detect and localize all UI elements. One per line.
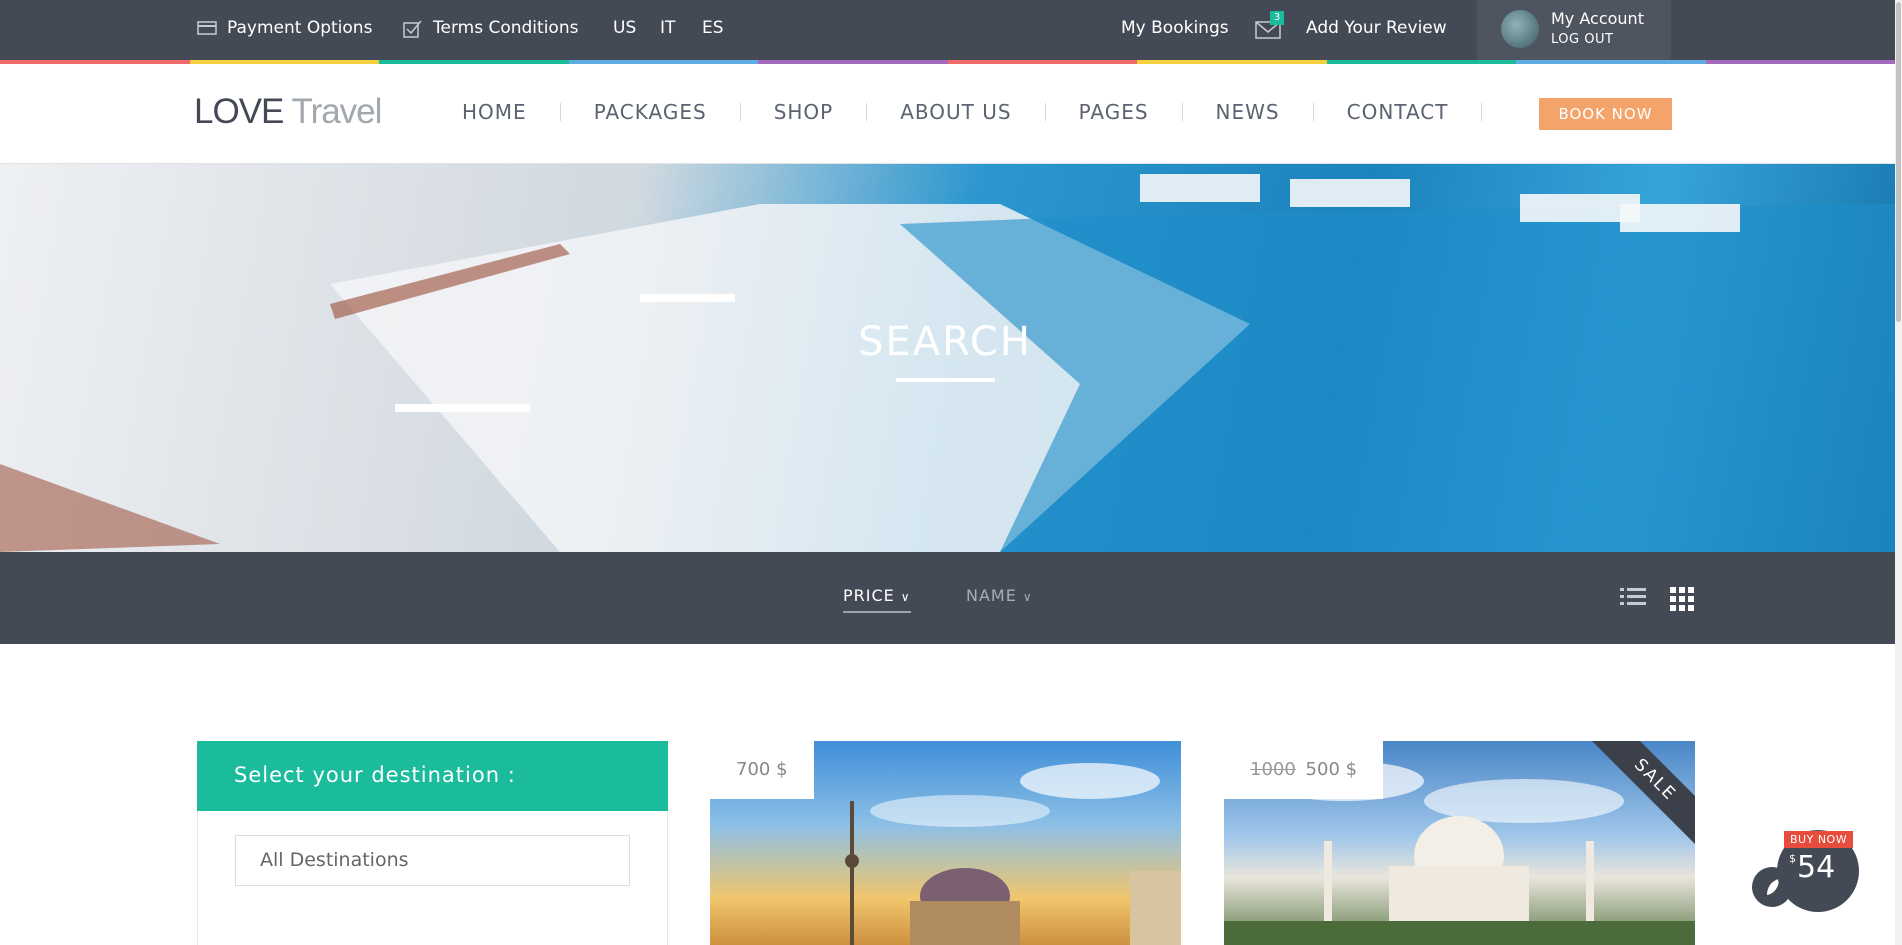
scrollbar-thumb[interactable] [1896, 2, 1901, 322]
list-view-icon[interactable] [1620, 587, 1646, 611]
package-card[interactable]: 700 $ [710, 741, 1181, 945]
nav-packages[interactable]: PACKAGES [594, 100, 707, 124]
logo-part-love: LOVE [194, 92, 284, 131]
price-value: 700 $ [736, 759, 788, 780]
sort-bar: PRICE ∨ NAME ∨ [0, 552, 1895, 644]
menu-divider [1181, 103, 1183, 121]
menu-divider [739, 103, 741, 121]
page-title: SEARCH [858, 319, 1032, 365]
menu-divider [1044, 103, 1046, 121]
nav-shop[interactable]: SHOP [774, 100, 834, 124]
main-navbar: LOVE Travel HOME PACKAGES SHOP ABOUT US … [0, 64, 1895, 164]
credit-card-icon [197, 20, 217, 36]
top-bar: Payment Options Terms Conditions US IT E… [0, 0, 1895, 60]
lang-it[interactable]: IT [660, 18, 675, 38]
destination-filter-header: Select your destination : [197, 741, 668, 811]
my-bookings-link[interactable]: My Bookings [1121, 18, 1229, 38]
menu-divider [866, 103, 868, 121]
menu-divider [1481, 103, 1483, 121]
destination-filter-title: Select your destination : [234, 763, 516, 787]
price-tag: 1000 500 $ [1224, 741, 1384, 799]
buy-now-currency: $ [1789, 852, 1796, 865]
destination-select[interactable]: All Destinations [235, 835, 630, 886]
chevron-down-icon: ∨ [1022, 590, 1033, 604]
book-now-button[interactable]: BOOK NOW [1539, 98, 1672, 130]
terms-conditions-label: Terms Conditions [433, 18, 579, 38]
sort-price-label: PRICE [843, 586, 895, 605]
buy-now-label[interactable]: BUY NOW [1784, 831, 1854, 848]
payment-options-link[interactable]: Payment Options [197, 18, 372, 38]
old-price-value: 1000 [1250, 759, 1296, 780]
sort-by-price[interactable]: PRICE ∨ [843, 586, 911, 613]
add-review-link[interactable]: Add Your Review [1306, 18, 1447, 38]
menu-divider [559, 103, 561, 121]
payment-options-label: Payment Options [227, 18, 373, 38]
chevron-down-icon: ∨ [900, 590, 911, 604]
account-menu[interactable]: My Account LOG OUT [1477, 0, 1671, 60]
mail-count-badge: 3 [1270, 11, 1284, 25]
checkbox-edit-icon [403, 20, 423, 38]
hero-banner: SEARCH [0, 164, 1895, 552]
buy-now-price: 54 [1797, 850, 1836, 885]
nav-news[interactable]: NEWS [1216, 100, 1280, 124]
site-logo[interactable]: LOVE Travel [194, 92, 382, 132]
terms-conditions-link[interactable]: Terms Conditions [403, 18, 578, 38]
price-value: 500 $ [1305, 759, 1358, 780]
main-menu: HOME PACKAGES SHOP ABOUT US PAGES NEWS C… [462, 100, 1515, 124]
grid-view-icon[interactable] [1670, 587, 1694, 615]
sort-name-label: NAME [966, 586, 1017, 605]
nav-about-us[interactable]: ABOUT US [900, 100, 1011, 124]
nav-contact[interactable]: CONTACT [1347, 100, 1449, 124]
title-underline [896, 378, 995, 382]
logout-link[interactable]: LOG OUT [1551, 32, 1613, 47]
price-tag: 700 $ [710, 741, 814, 799]
nav-pages[interactable]: PAGES [1079, 100, 1149, 124]
destination-filter-panel: All Destinations [197, 811, 668, 945]
nav-home[interactable]: HOME [462, 100, 527, 124]
account-name[interactable]: My Account [1551, 9, 1644, 28]
lang-us[interactable]: US [613, 18, 636, 38]
avatar [1501, 10, 1539, 48]
logo-part-travel: Travel [291, 92, 382, 131]
lang-es[interactable]: ES [702, 18, 724, 38]
package-card[interactable]: 1000 500 $ SALE [1224, 741, 1695, 945]
menu-divider [1312, 103, 1314, 121]
sort-by-name[interactable]: NAME ∨ [966, 586, 1033, 605]
